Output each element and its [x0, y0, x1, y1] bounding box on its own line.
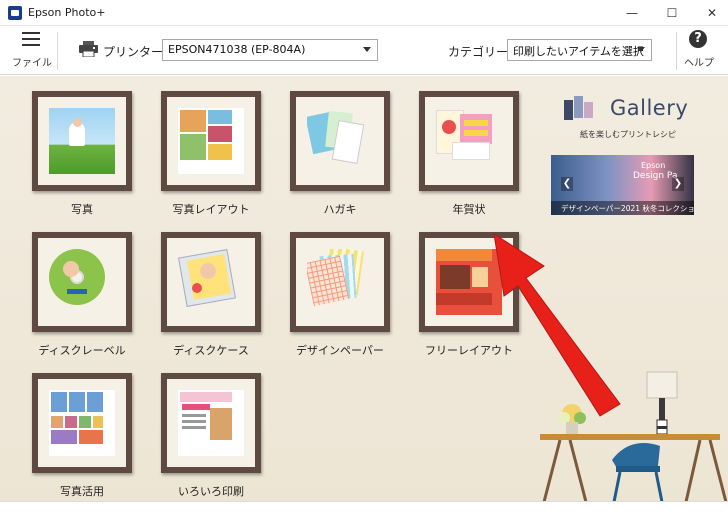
tile-disc-case[interactable]: ディスクケース — [161, 232, 261, 357]
red-arrow-annotation — [493, 232, 621, 417]
disc-case-icon — [178, 249, 244, 315]
tile-postcard[interactable]: ハガキ — [290, 91, 390, 216]
disc-label-icon — [49, 249, 115, 315]
chevron-left-icon[interactable]: ❮ — [561, 177, 573, 191]
design-paper-icon — [307, 249, 373, 315]
picture-frame — [290, 232, 390, 332]
tile-label: いろいろ印刷 — [178, 485, 244, 498]
tile-label: ディスクケース — [173, 344, 249, 357]
title-bar: Epson Photo+ — ☐ ✕ — [0, 0, 728, 26]
tile-label: 年賀状 — [452, 203, 486, 216]
category-label: カテゴリー — [448, 45, 509, 59]
help-label[interactable]: ヘルプ — [684, 54, 714, 69]
printer-select-value: EPSON471038 (EP-804A) — [168, 43, 306, 56]
tile-label: ディスクレーベル — [38, 344, 126, 357]
printer-icon — [79, 41, 98, 57]
minimize-button[interactable]: — — [612, 0, 652, 26]
gallery-banner[interactable]: Epson Design Pa ❮ ❯ デザインペーパー2021 秋冬コレクショ… — [551, 155, 694, 215]
toolbar-divider — [676, 32, 677, 70]
file-menu-label[interactable]: ファイル — [12, 54, 52, 69]
postcard-icon — [307, 108, 373, 174]
tile-design-paper[interactable]: デザインペーパー — [290, 232, 390, 357]
category-select[interactable]: 印刷したいアイテムを選択 — [507, 39, 652, 61]
tile-disc-label[interactable]: ディスクレーベル — [32, 232, 132, 357]
gallery-logo-icon — [564, 96, 593, 120]
toolbar: ファイル プリンター EPSON471038 (EP-804A) カテゴリー 印… — [0, 26, 728, 75]
banner-caption: デザインペーパー2021 秋冬コレクション — [551, 201, 694, 215]
picture-frame — [419, 91, 519, 191]
gallery-title[interactable]: Gallery — [610, 96, 688, 120]
picture-frame — [290, 91, 390, 191]
tile-photo[interactable]: 写真 — [32, 91, 132, 216]
chevron-down-icon — [363, 47, 371, 52]
hamburger-menu-icon[interactable] — [22, 32, 40, 46]
picture-frame — [161, 91, 261, 191]
picture-frame — [161, 373, 261, 473]
tile-photo-layout[interactable]: 写真レイアウト — [161, 91, 261, 216]
tile-label: 写真活用 — [60, 485, 104, 498]
tile-label: ハガキ — [323, 203, 357, 216]
chevron-right-icon[interactable]: ❯ — [672, 177, 684, 191]
picture-frame — [32, 91, 132, 191]
printer-select[interactable]: EPSON471038 (EP-804A) — [162, 39, 378, 61]
close-button[interactable]: ✕ — [692, 0, 728, 26]
main-content: 写真 写真レイアウト ハガキ 年賀状 ディスクレーベル ディスクケース デザイン… — [0, 76, 728, 502]
tile-photo-use[interactable]: 写真活用 — [32, 373, 132, 498]
maximize-button[interactable]: ☐ — [652, 0, 692, 26]
tile-label: デザインペーパー — [296, 344, 384, 357]
banner-brand: Epson — [641, 161, 666, 170]
category-select-value: 印刷したいアイテムを選択 — [513, 45, 644, 58]
chevron-down-icon — [637, 47, 645, 52]
tile-new-year-card[interactable]: 年賀状 — [419, 91, 519, 216]
picture-frame — [161, 232, 261, 332]
picture-frame — [32, 373, 132, 473]
toolbar-divider — [57, 32, 58, 70]
gallery-subtitle: 紙を楽しむプリントレシピ — [580, 130, 676, 139]
status-bar — [0, 501, 728, 515]
photo-layout-icon — [178, 108, 244, 174]
tile-label: 写真 — [71, 203, 93, 216]
app-icon — [8, 6, 22, 20]
photo-icon — [49, 108, 115, 174]
various-print-icon — [178, 390, 244, 456]
picture-frame — [32, 232, 132, 332]
printer-label: プリンター — [103, 45, 164, 59]
tile-various-print[interactable]: いろいろ印刷 — [161, 373, 261, 498]
window-title: Epson Photo+ — [28, 6, 106, 19]
photo-use-icon — [49, 390, 115, 456]
banner-heading: Design Pa — [633, 171, 678, 181]
tile-label: 写真レイアウト — [172, 203, 250, 216]
new-year-card-icon — [436, 108, 502, 174]
help-icon[interactable]: ? — [689, 30, 707, 48]
